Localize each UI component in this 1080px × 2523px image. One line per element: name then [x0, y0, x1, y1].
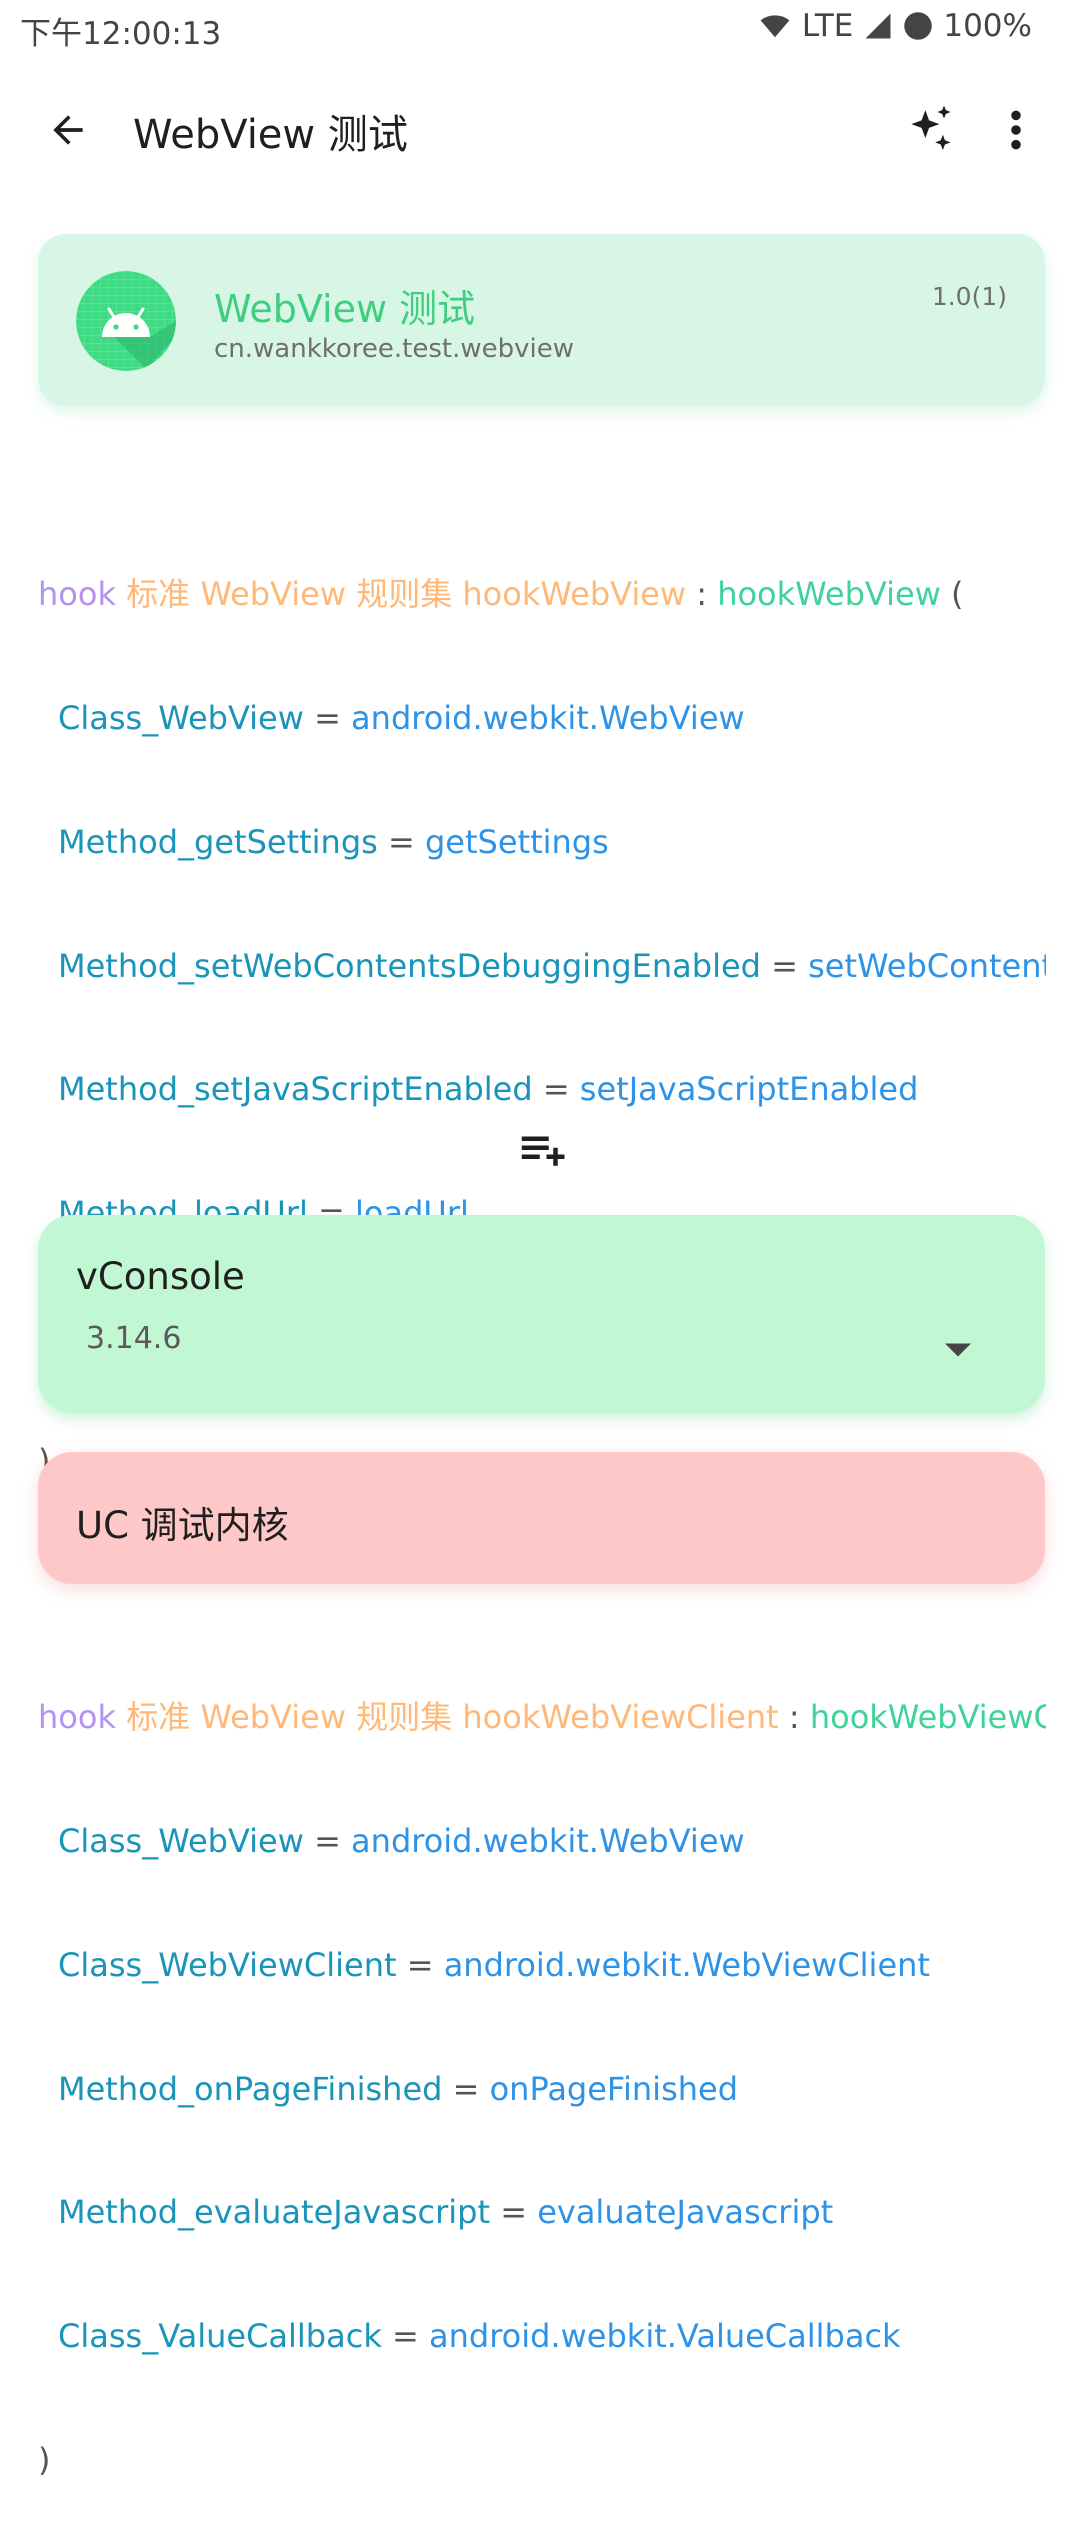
keyword-hook: hook: [38, 1697, 116, 1736]
prop-value: setJavaScriptEnabled: [579, 1070, 919, 1109]
app-package-name: cn.wankkoree.test.webview: [214, 334, 575, 364]
more-vert-icon: [1011, 110, 1021, 150]
equals: =: [314, 698, 341, 737]
prop-value: evaluateJavascript: [537, 2193, 834, 2232]
app-version: 1.0(1): [931, 282, 1007, 311]
keyword-ruleset: 规则集: [356, 1697, 453, 1736]
prop-value: onPageFinished: [489, 2069, 739, 2108]
android-app-icon: [76, 271, 176, 371]
keyword-ruleset: 规则集: [356, 574, 453, 613]
rule-prop: Method_onPageFinished = onPageFinished: [38, 2069, 1046, 2110]
prop-key: Method_onPageFinished: [58, 2069, 443, 2108]
status-time: 下午12:00:13: [20, 16, 222, 52]
equals: =: [406, 1945, 434, 1984]
equals: =: [542, 1070, 570, 1109]
app-bar: WebView 测试: [0, 70, 1080, 190]
prop-key: Class_WebView: [58, 1821, 304, 1860]
colon: :: [696, 574, 708, 613]
equals: =: [387, 822, 415, 861]
rule-target: hookWebViewClient: [809, 1697, 1046, 1736]
prop-key: Method_getSettings: [58, 822, 378, 861]
back-button[interactable]: [38, 100, 98, 160]
prop-value: getSettings: [424, 822, 609, 861]
vconsole-card[interactable]: vConsole 3.14.6: [38, 1215, 1045, 1413]
rule-prop: Class_WebViewClient = android.webkit.Web…: [38, 1945, 1046, 1986]
equals: =: [314, 1821, 341, 1860]
rule-name: hookWebViewClient: [462, 1697, 779, 1736]
page-title: WebView 测试: [133, 112, 408, 158]
battery-level: 100%: [943, 8, 1032, 44]
rule-prop: Method_setJavaScriptEnabled = setJavaScr…: [38, 1069, 1046, 1110]
open-paren: (: [951, 574, 964, 613]
equals: =: [771, 946, 798, 985]
equals: =: [500, 2193, 528, 2232]
rule-target: hookWebView: [717, 574, 941, 613]
rule-prop: Method_setWebContentsDebuggingEnabled = …: [38, 946, 1046, 987]
keyword-standard: 标准: [126, 1697, 191, 1736]
prop-value: android.webkit.WebViewClient: [443, 1945, 930, 1984]
rule-prop: Class_WebView = android.webkit.WebView: [38, 1821, 1046, 1862]
prop-value: android.webkit.ValueCallback: [429, 2317, 901, 2356]
colon: :: [788, 1697, 800, 1736]
app-name: WebView 测试: [214, 287, 476, 331]
add-rule-button[interactable]: [510, 1122, 574, 1178]
prop-value: android.webkit.WebView: [351, 698, 745, 737]
prop-key: Class_WebView: [58, 698, 304, 737]
prop-key: Method_evaluateJavascript: [58, 2193, 491, 2232]
prop-key: Class_WebViewClient: [58, 1945, 397, 1984]
vconsole-dropdown-button[interactable]: [938, 1335, 978, 1365]
rule-prop: Method_evaluateJavascript = evaluateJava…: [38, 2192, 1046, 2233]
prop-value: android.webkit.WebView: [351, 1821, 745, 1860]
app-info-card[interactable]: WebView 测试 cn.wankkoree.test.webview 1.0…: [38, 234, 1045, 406]
prop-key: Method_setJavaScriptEnabled: [58, 1070, 533, 1109]
close-paren: ): [38, 2441, 51, 2480]
keyword-standard: 标准: [126, 574, 191, 613]
rule-name: hookWebView: [462, 574, 687, 613]
wifi-icon: [758, 11, 792, 41]
more-options-button[interactable]: [992, 98, 1040, 162]
uc-debug-kernel-card[interactable]: UC 调试内核: [38, 1452, 1045, 1584]
sparkle-icon: [911, 105, 951, 151]
rule-header[interactable]: hook 标准 WebView 规则集 hookWebView : hookWe…: [38, 574, 1046, 615]
equals: =: [392, 2317, 419, 2356]
keyword-webview: WebView: [200, 574, 347, 613]
playlist-add-icon: [521, 1136, 565, 1166]
rule-header[interactable]: hook 标准 WebView 规则集 hookWebViewClient : …: [38, 1697, 1046, 1738]
network-type: LTE: [801, 8, 854, 44]
vconsole-version-select[interactable]: 3.14.6: [86, 1321, 181, 1356]
rule-prop: Method_getSettings = getSettings: [38, 822, 1046, 863]
keyword-hook: hook: [38, 574, 116, 613]
dropdown-arrow-icon: [945, 1343, 971, 1357]
status-icons: LTE 100%: [758, 8, 1032, 44]
ai-sparkle-button[interactable]: [898, 98, 962, 162]
battery-icon: [903, 11, 933, 41]
status-bar: 下午12:00:13 LTE 100%: [0, 0, 1080, 56]
prop-key: Method_setWebContentsDebuggingEnabled: [58, 946, 761, 985]
uc-debug-kernel-title: UC 调试内核: [76, 1504, 289, 1547]
rule-prop: Class_WebView = android.webkit.WebView: [38, 698, 1046, 739]
rule-prop: Class_ValueCallback = android.webkit.Val…: [38, 2316, 1046, 2357]
equals: =: [452, 2069, 480, 2108]
prop-key: Class_ValueCallback: [58, 2317, 382, 2356]
arrow-back-icon: [53, 115, 83, 145]
prop-value: setWebContentsDebuggingEnabled: [808, 946, 1046, 985]
signal-icon: [863, 11, 893, 41]
vconsole-title: vConsole: [76, 1255, 245, 1298]
keyword-webview: WebView: [200, 1697, 347, 1736]
